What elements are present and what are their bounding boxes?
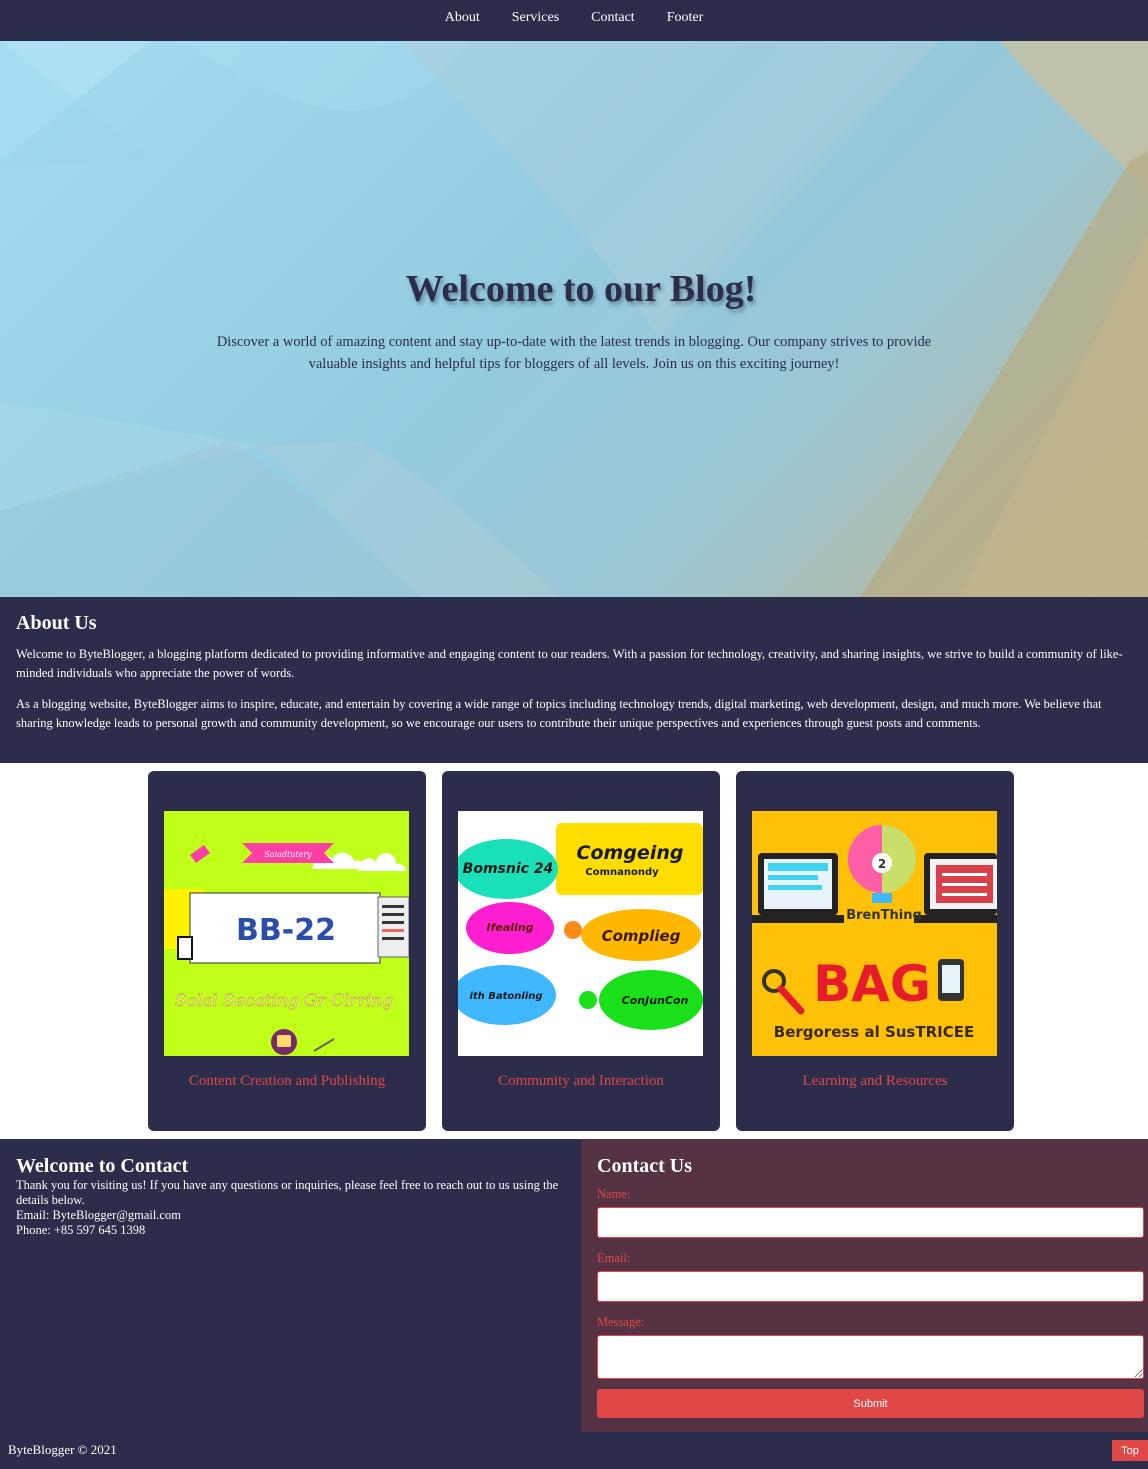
email-label: Email:	[597, 1251, 631, 1265]
service-card-content-creation[interactable]: Saiadtutery BB-22 Solal Secating Gr Clrr…	[148, 771, 426, 1131]
message-label: Message:	[597, 1315, 645, 1329]
about-heading: About Us	[16, 612, 97, 634]
email-input[interactable]	[597, 1271, 1144, 1302]
image-main-text: BB-22	[236, 913, 336, 948]
message-textarea[interactable]	[597, 1335, 1144, 1379]
top-nav: About Services Contact Footer	[0, 0, 1148, 41]
contact-intro: Thank you for visiting us! If you have a…	[16, 1178, 559, 1207]
banner-text: Saiadtutery	[264, 850, 312, 859]
contact-form-section: Contact Us Name: Email: Message: Submit	[581, 1139, 1148, 1432]
nav-link-about[interactable]: About	[429, 0, 496, 38]
card-title: Community and Interaction	[498, 1073, 664, 1089]
service-card-community[interactable]: Comgeing Comnanondy Bomsnic 24 Ifealing …	[442, 771, 720, 1131]
hero-description: Discover a world of amazing content and …	[216, 334, 932, 372]
contact-form-heading: Contact Us	[597, 1155, 692, 1177]
name-label: Name:	[597, 1187, 631, 1201]
bubble-text-2: Bomsnic 24	[463, 861, 554, 877]
bubble-text-4: Complieg	[602, 927, 681, 945]
contact-info-section: Welcome to Contact Thank you for visitin…	[0, 1139, 581, 1432]
learning-image: 2 BrenThing BAG Bergoress al SusTRICEE	[752, 811, 997, 1056]
bubble-text-1-sub: Comnanondy	[585, 867, 659, 878]
contact-email: Email: ByteBlogger@gmail.com	[16, 1208, 181, 1222]
copyright-text: ByteBlogger © 2021	[8, 1442, 117, 1457]
service-card-learning[interactable]: 2 BrenThing BAG Bergoress al SusTRICEE L…	[736, 771, 1014, 1131]
nav-link-footer[interactable]: Footer	[651, 0, 720, 38]
about-paragraph-2: As a blogging website, ByteBlogger aims …	[16, 697, 1102, 730]
image-sub-text: BrenThing	[846, 908, 922, 923]
about-paragraph-1: Welcome to ByteBlogger, a blogging platf…	[16, 647, 1123, 680]
bubble-text-3: Ifealing	[486, 921, 533, 934]
image-bottom-text: Bergoress al SusTRICEE	[774, 1023, 974, 1041]
services-section: Saiadtutery BB-22 Solal Secating Gr Clrr…	[0, 763, 1148, 1139]
nav-link-services[interactable]: Services	[496, 0, 575, 38]
contact-heading: Welcome to Contact	[16, 1155, 189, 1177]
bubble-text-5: ith Batonling	[469, 991, 542, 1002]
card-title: Learning and Resources	[802, 1073, 948, 1089]
hero-title: Welcome to our Blog!	[405, 268, 757, 310]
hero-content: Welcome to our Blog! Discover a world of…	[0, 267, 1148, 375]
back-to-top-button[interactable]: Top	[1112, 1440, 1148, 1461]
bulb-text: 2	[878, 857, 886, 871]
image-main-text: BAG	[813, 955, 931, 1013]
contact-phone: Phone: +85 597 645 1398	[16, 1223, 146, 1237]
name-input[interactable]	[597, 1207, 1144, 1238]
image-bottom-text: Solal Secating Gr Clrring	[175, 991, 393, 1011]
content-creation-image: Saiadtutery BB-22 Solal Secating Gr Clrr…	[164, 811, 409, 1056]
community-image: Comgeing Comnanondy Bomsnic 24 Ifealing …	[458, 811, 703, 1056]
about-section: About Us Welcome to ByteBlogger, a blogg…	[0, 597, 1148, 763]
submit-button[interactable]: Submit	[597, 1389, 1144, 1418]
bubble-text-1: Comgeing	[577, 842, 684, 864]
card-title: Content Creation and Publishing	[188, 1073, 386, 1089]
bubble-text-6: ConJunCon	[622, 994, 689, 1007]
hero-section: Welcome to our Blog! Discover a world of…	[0, 41, 1148, 597]
contact-form: Name: Email: Message: Submit	[597, 1187, 1144, 1418]
nav-link-contact[interactable]: Contact	[575, 0, 651, 38]
page-footer: ByteBlogger © 2021 Top	[0, 1432, 1148, 1469]
